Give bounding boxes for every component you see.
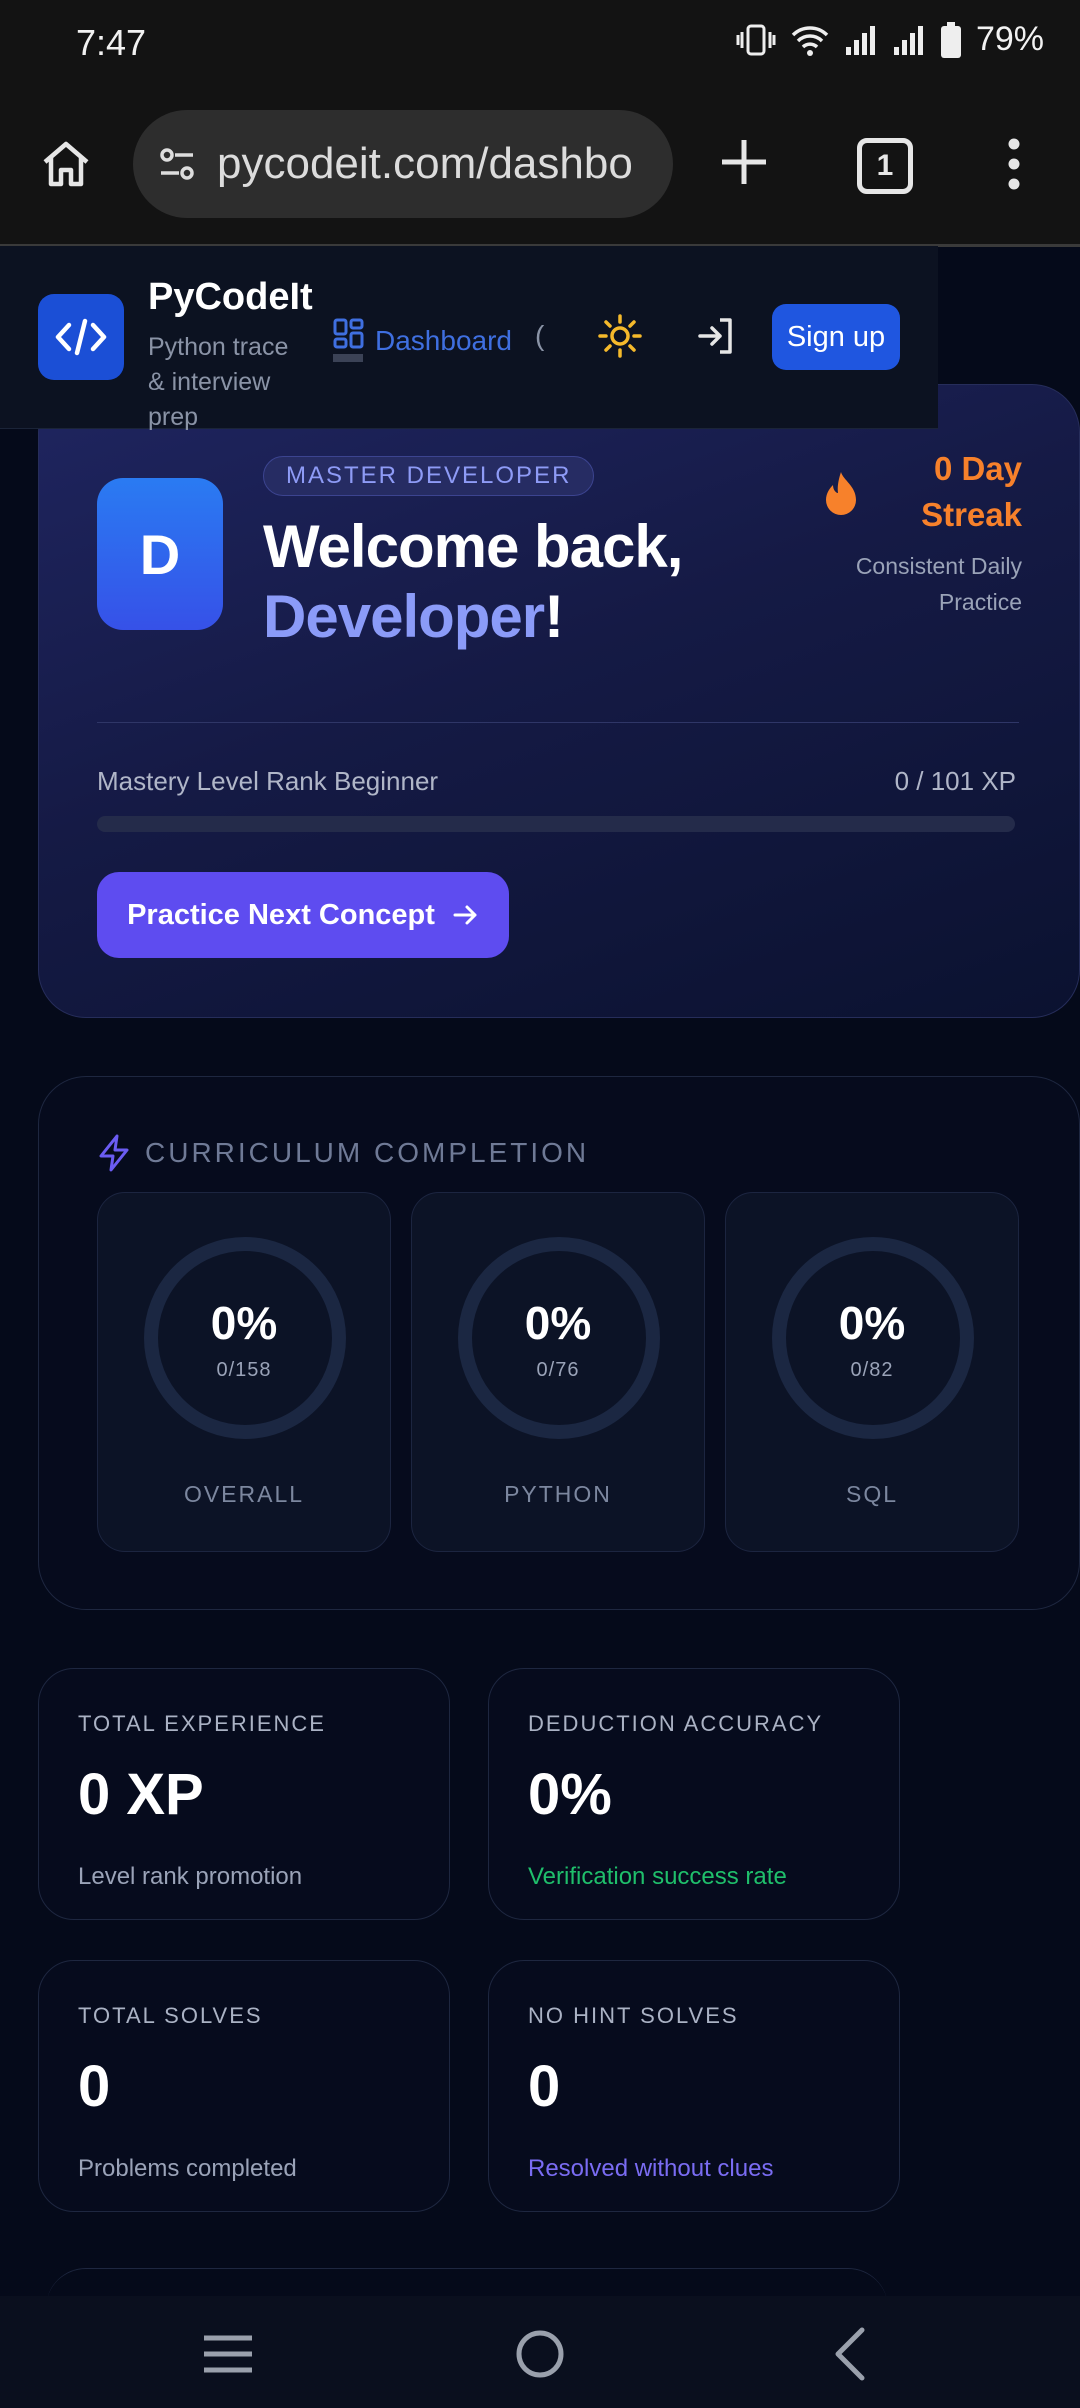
stat-label: TOTAL SOLVES xyxy=(78,2003,263,2028)
stat-label: DEDUCTION ACCURACY xyxy=(528,1711,824,1736)
url-text[interactable]: pycodeit.com/dashbo xyxy=(217,139,633,189)
stat-caption: Problems completed xyxy=(78,2155,297,2182)
signal-icon xyxy=(845,25,875,55)
nav-overflow-item[interactable]: ( xyxy=(535,320,544,352)
practice-next-concept-button[interactable]: Practice Next Concept xyxy=(97,872,509,958)
ring-percent: 0% xyxy=(524,1297,592,1349)
code-icon xyxy=(55,318,107,356)
battery-icon xyxy=(940,21,961,58)
stat-label: NO HINT SOLVES xyxy=(528,2003,739,2028)
ring-percent: 0% xyxy=(838,1297,906,1349)
welcome-exclaim: ! xyxy=(544,583,564,650)
url-bar[interactable]: pycodeit.com/dashbo xyxy=(133,110,673,218)
stat-value: 0% xyxy=(528,1762,612,1827)
site-header: PyCodeIt Python trace & interview prep D… xyxy=(0,246,938,431)
theme-toggle-sun-icon[interactable] xyxy=(598,314,642,358)
site-logo[interactable] xyxy=(38,294,124,380)
user-name: Developer xyxy=(263,583,545,650)
vibrate-icon xyxy=(736,24,776,55)
mastery-level-label: Mastery Level Rank Beginner xyxy=(97,766,439,796)
stat-value: 0 xyxy=(78,2054,111,2119)
streak-caption: Consistent Daily Practice xyxy=(855,553,1022,615)
practice-button-label: Practice Next Concept xyxy=(127,898,435,931)
stat-card-total-experience: TOTAL EXPERIENCE 0 XP Level rank promoti… xyxy=(38,1668,450,1920)
stat-card-deduction-accuracy: DEDUCTION ACCURACY 0% Verification succe… xyxy=(488,1668,900,1920)
streak-count: 0 Day Streak xyxy=(921,450,1022,533)
flame-icon xyxy=(826,472,856,515)
avatar: D xyxy=(97,478,223,630)
stat-caption: Level rank promotion xyxy=(78,1863,303,1890)
nav-dashboard[interactable]: Dashboard xyxy=(333,318,512,364)
stat-label: TOTAL EXPERIENCE xyxy=(78,1711,326,1736)
dashboard-icon xyxy=(333,318,364,362)
ring-card-python: 0% 0/76 PYTHON xyxy=(411,1192,705,1552)
ring-count: 0/158 xyxy=(216,1359,272,1381)
new-tab-icon[interactable] xyxy=(718,136,770,188)
stat-caption: Resolved without clues xyxy=(528,2155,774,2182)
wifi-icon xyxy=(791,25,829,56)
welcome-heading: Welcome back, Developer! xyxy=(263,512,683,652)
ring-label: SQL xyxy=(845,1481,899,1507)
ring-percent: 0% xyxy=(210,1297,278,1349)
brand-tagline: Python trace & interview prep xyxy=(148,333,289,431)
home-icon[interactable] xyxy=(40,138,92,190)
login-icon[interactable] xyxy=(696,316,736,356)
nav-dashboard-label: Dashboard xyxy=(375,325,512,356)
stat-value: 0 xyxy=(528,2054,561,2119)
rank-badge: MASTER DEVELOPER xyxy=(263,456,595,496)
battery-percent: 79% xyxy=(975,20,1044,58)
xp-progress-text: 0 / 101 XP xyxy=(894,766,1016,796)
ring-card-overall: 0% 0/158 OVERALL xyxy=(97,1192,391,1552)
xp-progress-bar xyxy=(97,816,1015,832)
back-icon[interactable] xyxy=(832,2326,868,2382)
browser-toolbar: pycodeit.com/dashbo 1 xyxy=(0,92,1080,247)
tab-switcher-button[interactable]: 1 xyxy=(857,138,913,194)
ring-card-sql: 0% 0/82 SQL xyxy=(725,1192,1019,1552)
clock: 7:47 xyxy=(76,22,147,63)
stat-card-total-solves: TOTAL SOLVES 0 Problems completed xyxy=(38,1960,450,2212)
system-nav-bar xyxy=(0,2296,1080,2408)
curriculum-title: CURRICULUM COMPLETION xyxy=(97,1134,589,1172)
site-settings-icon[interactable] xyxy=(155,142,199,186)
brand-name[interactable]: PyCodeIt xyxy=(148,276,313,319)
curriculum-title-label: CURRICULUM COMPLETION xyxy=(145,1137,590,1168)
ring-count: 0/76 xyxy=(536,1359,580,1381)
status-bar: 7:47 79% xyxy=(0,0,1080,92)
hero-divider xyxy=(97,722,1019,723)
ring-count: 0/82 xyxy=(850,1359,894,1381)
ring-label: OVERALL xyxy=(183,1481,305,1507)
signup-button[interactable]: Sign up xyxy=(772,304,900,370)
ring-label: PYTHON xyxy=(504,1481,612,1507)
stat-card-no-hint-solves: NO HINT SOLVES 0 Resolved without clues xyxy=(488,1960,900,2212)
stat-caption: Verification success rate xyxy=(528,1863,787,1890)
home-circle-icon[interactable] xyxy=(514,2328,566,2380)
lightning-icon xyxy=(99,1134,129,1172)
stat-value: 0 XP xyxy=(78,1762,204,1827)
recents-menu-icon[interactable] xyxy=(202,2332,254,2376)
arrow-right-icon xyxy=(453,905,477,925)
signal-icon-2 xyxy=(893,25,923,55)
welcome-line: Welcome back, xyxy=(263,513,683,580)
status-icons: 79% xyxy=(736,20,1044,59)
more-menu-icon[interactable] xyxy=(1000,136,1028,192)
